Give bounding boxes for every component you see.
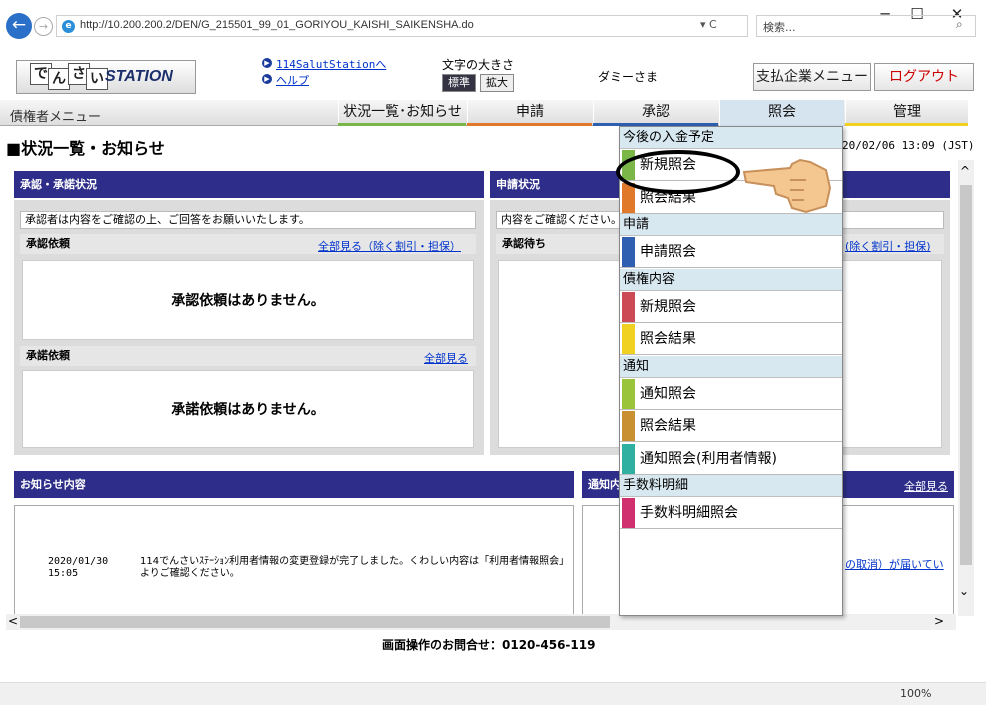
font-standard-button[interactable]: 標準: [442, 74, 476, 92]
url-text[interactable]: http://10.200.200.2/DEN/G_215501_99_01_G…: [80, 19, 474, 31]
dropdown-item[interactable]: 新規照会: [620, 290, 842, 323]
help-link[interactable]: ヘルプ: [276, 72, 309, 88]
horizontal-scroll-thumb[interactable]: [20, 616, 610, 628]
scroll-up-icon[interactable]: ^: [960, 164, 970, 178]
dropdown-item[interactable]: 通知照会(利用者情報): [620, 442, 842, 475]
dropdown-item-label: 通知照会: [640, 385, 696, 402]
dropdown-item-label: 手数料明細照会: [640, 505, 738, 521]
dropdown-item-color-bar: [622, 324, 635, 354]
dropdown-section-header: 今後の入金予定: [620, 127, 842, 149]
approval-empty-message: 承認依頼はありません。: [22, 260, 474, 340]
dropdown-item[interactable]: 照会結果: [620, 323, 842, 355]
consent-request-heading: 承諾依頼: [20, 346, 476, 366]
scroll-down-icon[interactable]: ⌄: [959, 584, 969, 598]
news-text: 114でんさいｽﾃｰｼｮﾝ利用者情報の変更登録が完了しました。くわしい内容は「利…: [140, 556, 570, 579]
ie-icon: e: [62, 20, 75, 33]
tab-management-underline: [845, 123, 968, 126]
highlight-oval: [616, 150, 740, 194]
dropdown-item[interactable]: 申請照会: [620, 236, 842, 268]
search-icon[interactable]: ⌕: [956, 17, 963, 32]
forward-button[interactable]: →: [34, 17, 53, 36]
timestamp: 20/02/06 13:09 (JST): [842, 139, 975, 152]
tab-status-underline: [338, 123, 466, 126]
payer-menu-button[interactable]: 支払企業メニュー: [753, 63, 871, 91]
approval-note: 承認者は内容をご確認の上、ご回答をお願いいたします。: [20, 211, 476, 229]
news-date-day: 2020/01/30: [48, 556, 109, 567]
pointing-hand-icon: [742, 158, 832, 214]
consent-view-all-link[interactable]: 全部見る: [424, 350, 468, 366]
dropdown-section-header: 通知: [620, 355, 842, 378]
font-large-button[interactable]: 拡大: [480, 74, 514, 92]
logo-text: STATION: [105, 68, 173, 85]
dropdown-section-header: 債権内容: [620, 268, 842, 291]
vertical-scroll-thumb[interactable]: [960, 185, 972, 565]
dropdown-item-color-bar: [622, 378, 635, 409]
tab-inquiry[interactable]: 照会: [719, 100, 844, 126]
font-size-label: 文字の大きさ: [442, 58, 515, 72]
dropdown-item-label: 新規照会: [640, 298, 696, 315]
application-view-all-link[interactable]: (除く割引・担保): [845, 238, 931, 254]
arrow-icon: ▶: [262, 74, 272, 84]
dropdown-item-color-bar: [622, 498, 635, 528]
news-date-time: 15:05: [48, 568, 79, 579]
logout-button[interactable]: ログアウト: [874, 63, 974, 91]
dropdown-item[interactable]: 手数料明細照会: [620, 497, 842, 529]
dropdown-item-color-bar: [622, 411, 635, 441]
tab-application-underline: [467, 123, 592, 126]
notice-view-all-link[interactable]: 全部見る: [904, 478, 948, 494]
notice-row-link[interactable]: の取消）が届いてい: [845, 556, 944, 572]
approval-view-all-link[interactable]: 全部見る（除く割引・担保）: [318, 238, 461, 254]
dropdown-item-color-bar: [622, 291, 635, 322]
approval-panel-header: 承認・承諾状況: [14, 171, 484, 198]
salut-station-link[interactable]: 114SalutStationへ: [276, 56, 386, 72]
dropdown-section-header: 申請: [620, 214, 842, 236]
dropdown-item-color-bar: [622, 443, 635, 474]
dropdown-item-label: 申請照会: [640, 244, 696, 260]
dropdown-item[interactable]: 照会結果: [620, 410, 842, 442]
dropdown-item-label: 照会結果: [640, 331, 696, 347]
dropdown-section-header: 手数料明細: [620, 475, 842, 497]
dropdown-item-color-bar: [622, 237, 635, 267]
page-title: ■状況一覧・お知らせ: [6, 139, 165, 158]
dropdown-item-label: 照会結果: [640, 418, 696, 434]
back-button[interactable]: ←: [6, 13, 32, 39]
logo-kana-2: ん: [48, 68, 70, 90]
scroll-right-icon[interactable]: >: [934, 614, 944, 628]
dropdown-item[interactable]: 通知照会: [620, 377, 842, 410]
contact-footer: 画面操作のお問合せ：0120-456-119: [382, 638, 596, 652]
arrow-icon: ▶: [262, 58, 272, 68]
news-date: 2020/01/30 15:05: [48, 556, 108, 580]
refresh-icon[interactable]: ▾ C: [700, 18, 717, 31]
username: ダミーさま: [598, 70, 659, 84]
consent-empty-message: 承諾依頼はありません。: [22, 370, 474, 448]
zoom-level[interactable]: 100%: [900, 687, 931, 700]
search-placeholder: 検索...: [763, 21, 796, 34]
status-bar: [0, 682, 986, 705]
news-panel-header: お知らせ内容: [14, 471, 574, 498]
dropdown-item-label: 通知照会(利用者情報): [640, 450, 777, 467]
scroll-left-icon[interactable]: <: [8, 614, 18, 628]
creditor-menu-label: 債権者メニュー: [10, 110, 102, 125]
